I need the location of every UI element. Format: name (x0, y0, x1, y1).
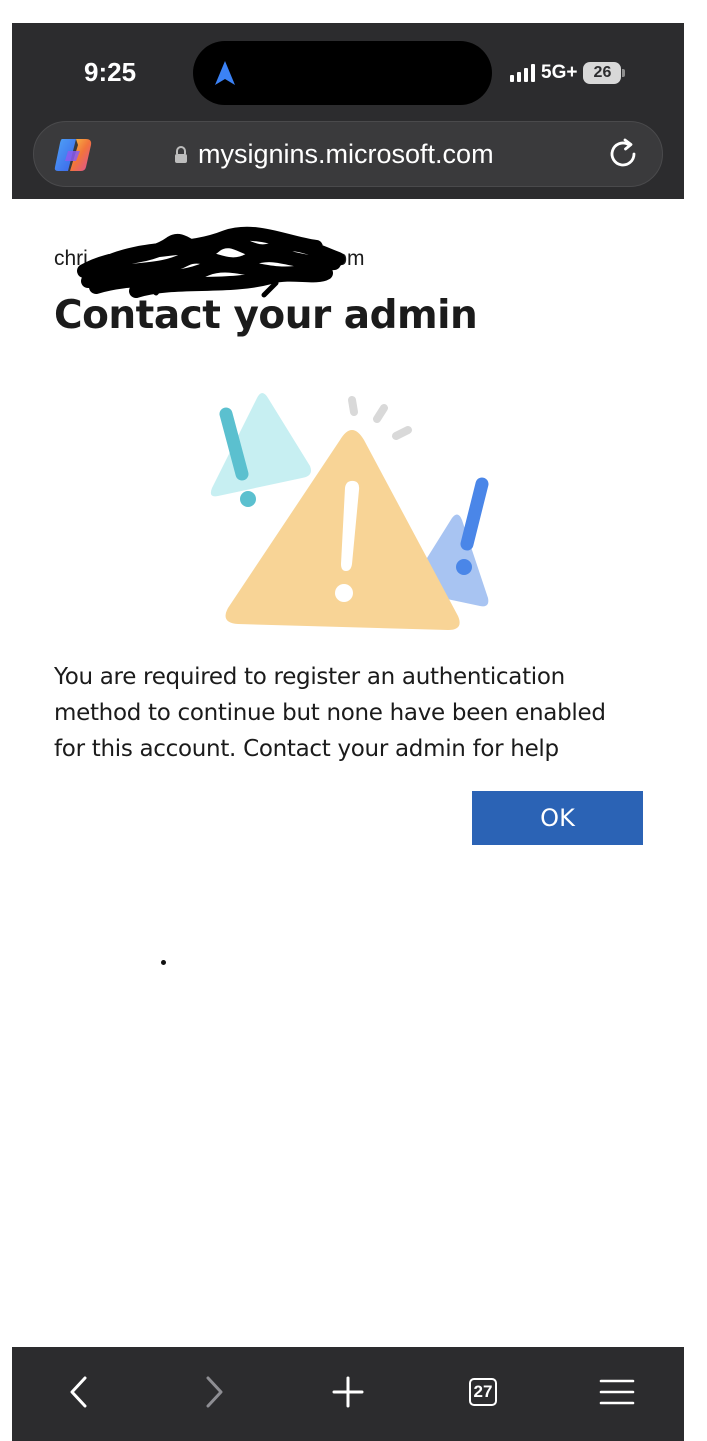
redaction-scribble (77, 226, 345, 298)
tabs-icon: 27 (469, 1378, 497, 1406)
phone-screen: 9:25 5G+ 26 mysignins.microsoft.com chri… (12, 23, 684, 1441)
dynamic-island (193, 41, 492, 105)
stray-dot (161, 960, 166, 965)
address-bar[interactable]: mysignins.microsoft.com (33, 121, 663, 187)
back-icon (70, 1376, 87, 1408)
url-text: mysignins.microsoft.com (198, 139, 494, 169)
navigation-arrow-icon (215, 61, 235, 85)
lock-icon (175, 145, 187, 163)
forward-button[interactable] (189, 1367, 239, 1417)
battery-icon: 26 (583, 62, 622, 84)
browser-top-bar: 9:25 5G+ 26 mysignins.microsoft.com (12, 23, 684, 199)
new-tab-button[interactable] (323, 1367, 373, 1417)
battery-level: 26 (593, 64, 612, 81)
menu-icon (599, 1379, 635, 1405)
status-indicators: 5G+ 26 (510, 61, 626, 85)
menu-button[interactable] (592, 1367, 642, 1417)
tabs-button[interactable]: 27 (458, 1367, 508, 1417)
url-display[interactable]: mysignins.microsoft.com (174, 139, 494, 170)
status-time: 9:25 (84, 57, 137, 87)
ok-button[interactable]: OK (472, 791, 643, 845)
copilot-icon[interactable] (54, 137, 94, 173)
browser-bottom-toolbar: 27 (12, 1347, 684, 1441)
warning-illustration (210, 393, 489, 630)
back-button[interactable] (54, 1367, 104, 1417)
signal-icon (510, 64, 535, 82)
forward-icon (206, 1376, 223, 1408)
reload-icon[interactable] (606, 137, 640, 171)
battery-tip (622, 69, 626, 77)
page-title: Contact your admin (54, 293, 478, 338)
new-tab-icon (332, 1376, 364, 1408)
error-message: You are required to register an authenti… (54, 664, 606, 762)
network-type: 5G+ (541, 62, 578, 83)
